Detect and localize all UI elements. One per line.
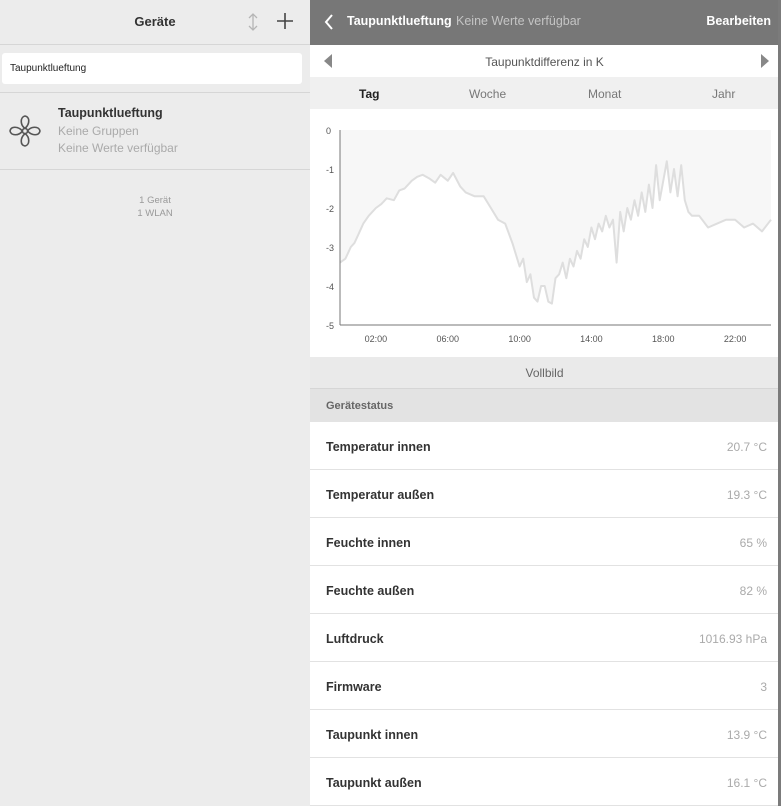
status-row-label: Taupunkt außen — [326, 776, 422, 790]
x-tick-label: 06:00 — [437, 334, 460, 344]
tab-monat[interactable]: Monat — [588, 87, 621, 101]
status-row: Temperatur außen 19.3 °C — [310, 470, 779, 518]
status-row-label: Temperatur außen — [326, 488, 435, 502]
add-icon[interactable] — [275, 11, 295, 31]
chart-header: Taupunktdifferenz in K — [310, 45, 779, 77]
status-row: Luftdruck 1016.93 hPa — [310, 614, 779, 662]
device-groups: Keine Gruppen — [58, 124, 139, 138]
status-row-label: Temperatur innen — [326, 440, 431, 454]
search-input[interactable]: Taupunktlueftung — [2, 53, 302, 84]
device-count: 1 Gerät — [139, 195, 171, 206]
line-chart: 0 -1 -2 -3 -4 -5 02:00 06:00 10:00 14:00 18:00 22:0… — [326, 126, 772, 344]
status-row: Feuchte innen 65 % — [310, 518, 779, 566]
sort-icon[interactable] — [246, 13, 260, 31]
device-name: Taupunktlueftung — [58, 106, 163, 120]
tab-woche[interactable]: Woche — [469, 87, 506, 101]
back-icon[interactable] — [324, 13, 334, 31]
status-row-label: Feuchte außen — [326, 584, 415, 598]
list-item-device[interactable]: Taupunktlueftung Keine Gruppen Keine Wer… — [0, 93, 310, 169]
status-row-value: 3 — [760, 680, 767, 694]
x-tick-label: 10:00 — [508, 334, 531, 344]
divider — [0, 169, 310, 170]
detail-subtitle: Keine Werte verfügbar — [456, 14, 581, 28]
chart-title: Taupunktdifferenz in K — [485, 55, 604, 69]
fullscreen-button[interactable]: Vollbild — [310, 357, 779, 389]
y-tick-label: -2 — [326, 204, 334, 214]
y-tick-label: -1 — [326, 165, 334, 175]
y-tick-label: -4 — [326, 282, 334, 292]
status-row-value: 82 % — [739, 584, 767, 598]
status-row-value: 65 % — [739, 536, 767, 550]
status-row: Firmware 3 — [310, 662, 779, 710]
status-row: Feuchte außen 82 % — [310, 566, 779, 614]
status-row-label: Taupunkt innen — [326, 728, 419, 742]
detail-topbar: Taupunktlueftung Keine Werte verfügbar B… — [310, 0, 781, 45]
status-row-value: 20.7 °C — [726, 440, 767, 454]
next-chart-arrow-icon[interactable] — [761, 54, 769, 68]
y-tick-label: 0 — [326, 126, 331, 136]
status-row-value: 19.3 °C — [726, 488, 767, 502]
status-row: Taupunkt außen 16.1 °C — [310, 758, 779, 806]
status-row-value: 1016.93 hPa — [698, 632, 767, 646]
fan-icon — [9, 115, 41, 147]
wlan-count: 1 WLAN — [137, 208, 173, 219]
y-tick-label: -3 — [326, 243, 334, 253]
tab-tag[interactable]: Tag — [359, 87, 379, 101]
device-list-header: Geräte — [0, 0, 310, 45]
status-section-heading: Gerätestatus — [310, 389, 779, 422]
x-tick-label: 22:00 — [724, 334, 747, 344]
tab-jahr[interactable]: Jahr — [712, 87, 735, 101]
x-tick-label: 02:00 — [365, 334, 388, 344]
x-tick-label: 14:00 — [580, 334, 603, 344]
status-row: Taupunkt innen 13.9 °C — [310, 710, 779, 758]
status-row-label: Luftdruck — [326, 632, 384, 646]
device-detail-pane: Taupunktlueftung Keine Werte verfügbar B… — [310, 0, 781, 806]
edit-button[interactable]: Bearbeiten — [706, 14, 771, 28]
status-row-value: 13.9 °C — [726, 728, 767, 742]
device-values: Keine Werte verfügbar — [58, 141, 178, 155]
detail-title: Taupunktlueftung — [347, 14, 452, 28]
device-list-pane: Geräte Taupunktlueftung Taupunktlueftung… — [0, 0, 310, 806]
status-row: Temperatur innen 20.7 °C — [310, 422, 779, 470]
period-tabs: Tag Woche Monat Jahr — [310, 77, 779, 109]
chart-area: 0 -1 -2 -3 -4 -5 02:00 06:00 10:00 14:00 18:00 22:0… — [310, 109, 779, 357]
status-row-label: Feuchte innen — [326, 536, 411, 550]
device-list-title: Geräte — [134, 14, 176, 29]
y-tick-label: -5 — [326, 321, 334, 331]
x-tick-label: 18:00 — [652, 334, 675, 344]
status-row-label: Firmware — [326, 680, 382, 694]
status-row-value: 16.1 °C — [726, 776, 767, 790]
